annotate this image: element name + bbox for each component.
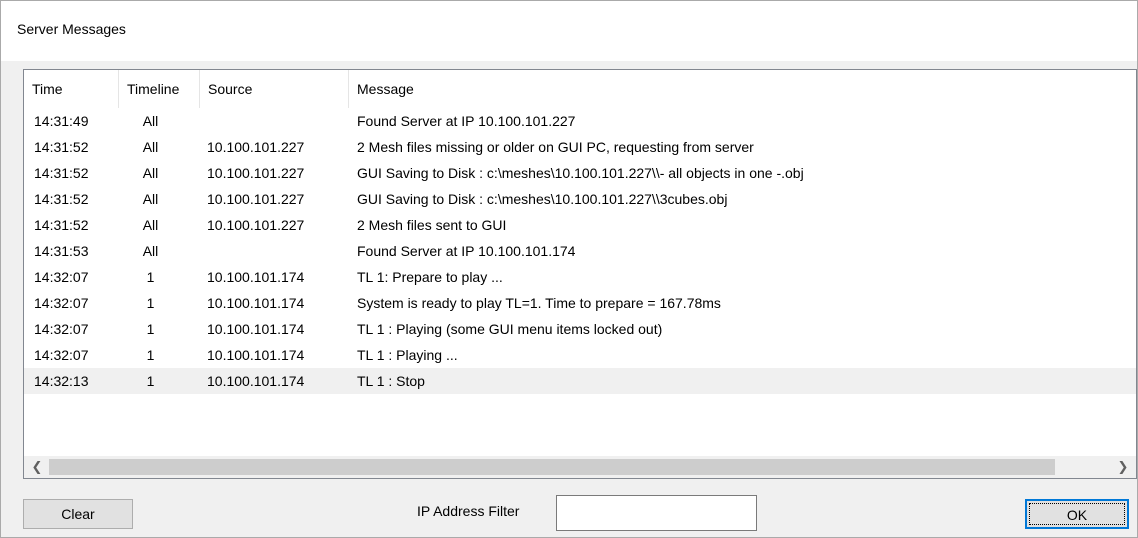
table-row[interactable]: 14:32:07 1 10.100.101.174 System is ready t… (24, 290, 1136, 316)
cell-message: GUI Saving to Disk : c:\meshes\10.100.10… (357, 191, 728, 207)
table-row[interactable]: 14:32:07 1 10.100.101.174 TL 1 : Playing (s… (24, 316, 1136, 342)
cell-time: 14:32:13 (34, 373, 89, 389)
cell-timeline: All (142, 165, 159, 181)
column-header-timeline[interactable]: Timeline (119, 70, 200, 108)
cell-timeline: 1 (146, 295, 155, 311)
cell-timeline: 1 (146, 373, 155, 389)
cell-message: Found Server at IP 10.100.101.174 (357, 243, 576, 259)
scrollbar-thumb[interactable] (49, 459, 1055, 475)
cell-message: TL 1 : Playing (some GUI menu items lock… (357, 321, 663, 337)
table-row[interactable]: 14:31:52 All 10.100.101.227 GUI Saving to D… (24, 160, 1136, 186)
cell-message: TL 1 : Playing ... (357, 347, 458, 363)
horizontal-scrollbar[interactable]: ❮ ❯ (24, 456, 1136, 478)
focus-rect (1029, 503, 1125, 525)
cell-time: 14:32:07 (34, 347, 89, 363)
server-messages-window: Server Messages Time Timeline Source Mes… (0, 0, 1138, 538)
table-row[interactable]: 14:31:53 All Found Server at IP 10.100.101… (24, 238, 1136, 264)
cell-timeline: All (142, 217, 159, 233)
clear-button[interactable]: Clear (23, 499, 133, 529)
ip-filter-label: IP Address Filter (417, 503, 520, 519)
cell-message: Found Server at IP 10.100.101.227 (357, 113, 576, 129)
cell-source: 10.100.101.174 (207, 295, 305, 311)
cell-time: 14:32:07 (34, 321, 89, 337)
cell-message: TL 1 : Stop (357, 373, 425, 389)
list-rows: 14:31:49 All Found Server at IP 10.100.101… (24, 108, 1136, 394)
cell-timeline: 1 (146, 321, 155, 337)
cell-message: System is ready to play TL=1. Time to pr… (357, 295, 721, 311)
title-bar: Server Messages (1, 1, 1137, 61)
column-header-source[interactable]: Source (200, 70, 349, 108)
cell-message: 2 Mesh files sent to GUI (357, 217, 507, 233)
cell-source: 10.100.101.174 (207, 373, 305, 389)
cell-source: 10.100.101.174 (207, 347, 305, 363)
table-row[interactable]: 14:32:07 1 10.100.101.174 TL 1: Prepare to … (24, 264, 1136, 290)
cell-message: GUI Saving to Disk : c:\meshes\10.100.10… (357, 165, 804, 181)
cell-timeline: 1 (146, 269, 155, 285)
column-header-time[interactable]: Time (24, 70, 119, 108)
table-row[interactable]: 14:31:52 All 10.100.101.227 2 Mesh files mi… (24, 134, 1136, 160)
cell-time: 14:31:52 (34, 139, 89, 155)
table-row[interactable]: 14:32:07 1 10.100.101.174 TL 1 : Playing ..… (24, 342, 1136, 368)
ip-filter-input[interactable] (556, 495, 757, 531)
cell-source: 10.100.101.174 (207, 321, 305, 337)
chevron-left-icon[interactable]: ❮ (26, 456, 48, 478)
cell-time: 14:31:49 (34, 113, 89, 129)
table-row[interactable]: 14:32:13 1 10.100.101.174 TL 1 : Stop (24, 368, 1136, 394)
cell-time: 14:31:52 (34, 165, 89, 181)
cell-timeline: All (142, 113, 159, 129)
cell-time: 14:31:52 (34, 191, 89, 207)
chevron-right-icon[interactable]: ❯ (1112, 456, 1134, 478)
table-row[interactable]: 14:31:52 All 10.100.101.227 2 Mesh files se… (24, 212, 1136, 238)
cell-time: 14:31:53 (34, 243, 89, 259)
table-row[interactable]: 14:31:49 All Found Server at IP 10.100.101… (24, 108, 1136, 134)
cell-message: TL 1: Prepare to play ... (357, 269, 503, 285)
cell-source: 10.100.101.174 (207, 269, 305, 285)
cell-time: 14:31:52 (34, 217, 89, 233)
messages-list[interactable]: Time Timeline Source Message 14:31:49 All… (23, 69, 1137, 479)
cell-source: 10.100.101.227 (207, 217, 305, 233)
window-title: Server Messages (17, 21, 126, 37)
cell-timeline: All (142, 243, 159, 259)
column-header-message[interactable]: Message (349, 70, 1138, 108)
cell-timeline: All (142, 139, 159, 155)
cell-message: 2 Mesh files missing or older on GUI PC,… (357, 139, 754, 155)
cell-source: 10.100.101.227 (207, 165, 305, 181)
cell-source: 10.100.101.227 (207, 191, 305, 207)
ok-button[interactable]: OK (1025, 499, 1129, 529)
cell-time: 14:32:07 (34, 269, 89, 285)
cell-time: 14:32:07 (34, 295, 89, 311)
cell-timeline: All (142, 191, 159, 207)
cell-timeline: 1 (146, 347, 155, 363)
cell-source: 10.100.101.227 (207, 139, 305, 155)
list-header: Time Timeline Source Message (24, 70, 1136, 108)
table-row[interactable]: 14:31:52 All 10.100.101.227 GUI Saving to D… (24, 186, 1136, 212)
